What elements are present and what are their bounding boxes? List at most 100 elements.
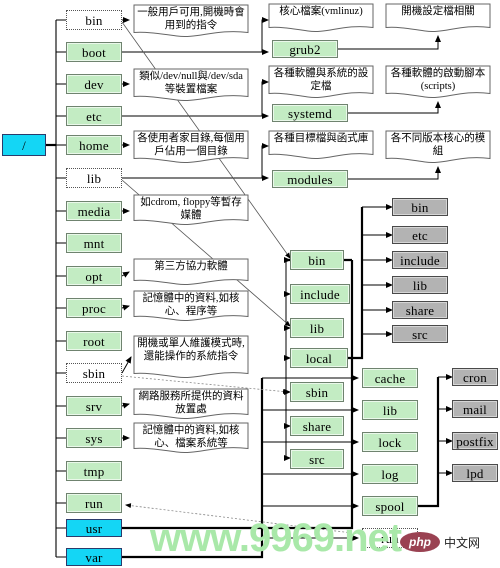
note-text: 網路服務所提供的資料放置處: [138, 391, 244, 416]
node-label: cron: [463, 369, 487, 385]
node-usrlocal-src[interactable]: src: [392, 325, 448, 343]
node-label: postfix: [456, 433, 494, 449]
node-level1-var[interactable]: var: [66, 548, 122, 566]
node-label: mail: [463, 401, 487, 417]
node-label: lib: [382, 402, 398, 418]
node-level1-home[interactable]: home: [66, 135, 122, 155]
node-var-cache[interactable]: cache: [362, 368, 418, 388]
node-label: /: [22, 137, 26, 153]
note-col1-5: 記憶體中的資料,如核心、程序等: [133, 290, 249, 322]
note-text: 開機設定檔相關: [401, 6, 475, 17]
node-label: include: [300, 286, 340, 302]
php-logo: php 中文网: [400, 532, 480, 552]
node-level1-run[interactable]: run: [66, 493, 122, 513]
node-root[interactable]: /: [2, 134, 46, 156]
note-text: 核心檔案(vmlinuz): [279, 6, 363, 17]
node-level1-etc[interactable]: etc: [66, 106, 122, 126]
node-var-log[interactable]: log: [362, 464, 418, 484]
node-varspool-lpd[interactable]: lpd: [452, 464, 498, 482]
note-text: 各使用者家目錄,每個用戶佔用一個目錄: [137, 133, 245, 158]
php-logo-label: 中文网: [444, 535, 481, 550]
node-level1-opt[interactable]: opt: [66, 266, 122, 286]
node-level1-proc[interactable]: proc: [66, 298, 122, 318]
note-text: 類似/dev/null與/dev/sda等裝置檔案: [139, 71, 243, 96]
node-gray-modules[interactable]: modules: [272, 170, 348, 188]
node-label: log: [381, 466, 399, 482]
node-level1-media[interactable]: media: [66, 201, 122, 221]
node-label: home: [79, 137, 109, 153]
node-gray-systemd[interactable]: systemd: [272, 104, 348, 122]
node-label: proc: [82, 300, 106, 316]
node-gray-grub2[interactable]: grub2: [272, 40, 338, 58]
note-col3-2: 各不同版本核心的模組: [385, 130, 491, 164]
node-label: share: [405, 302, 435, 318]
node-level1-bin[interactable]: bin: [66, 10, 122, 30]
node-usr-bin[interactable]: bin: [290, 250, 344, 270]
node-label: lib: [309, 320, 325, 336]
node-usr-local[interactable]: local: [290, 348, 348, 368]
note-col2-0: 核心檔案(vmlinuz): [268, 3, 374, 33]
node-var-lib[interactable]: lib: [362, 400, 418, 420]
node-usr-share[interactable]: share: [290, 416, 344, 436]
node-label: tmp: [83, 463, 105, 479]
node-usrlocal-etc[interactable]: etc: [392, 226, 448, 244]
node-level1-sbin[interactable]: sbin: [66, 363, 122, 383]
node-label: lock: [378, 434, 402, 450]
node-varspool-cron[interactable]: cron: [452, 368, 498, 386]
note-col1-7: 網路服務所提供的資料放置處: [133, 388, 249, 420]
node-usr-include[interactable]: include: [290, 284, 350, 304]
note-text: 各種軟體與系統的設定檔: [273, 68, 369, 93]
node-label: sbin: [82, 365, 106, 381]
node-level1-usr[interactable]: usr: [66, 519, 122, 537]
node-label: opt: [85, 268, 103, 284]
node-var-lock[interactable]: lock: [362, 432, 418, 452]
node-label: bin: [411, 199, 429, 215]
node-level1-mnt[interactable]: mnt: [66, 233, 122, 253]
node-label: share: [302, 418, 332, 434]
note-text: 各不同版本核心的模組: [390, 133, 486, 158]
node-usrlocal-include[interactable]: include: [392, 251, 448, 269]
node-label: root: [83, 333, 105, 349]
node-level1-lib[interactable]: lib: [66, 168, 122, 188]
node-label: lib: [412, 277, 428, 293]
node-label: grub2: [289, 41, 321, 57]
note-col2-2: 各種目標檔與函式庫: [268, 130, 374, 160]
node-var-spool[interactable]: spool: [362, 496, 418, 516]
node-label: etc: [412, 227, 428, 243]
node-label: systemd: [287, 105, 332, 121]
node-usr-src[interactable]: src: [290, 449, 344, 469]
note-col3-1: 各種軟體的啟動腳本(scripts): [385, 65, 491, 99]
node-level1-sys[interactable]: sys: [66, 428, 122, 448]
node-level1-boot[interactable]: boot: [66, 42, 122, 62]
note-col3-0: 開機設定檔相關: [385, 3, 491, 33]
node-varspool-mail[interactable]: mail: [452, 400, 498, 418]
node-label: boot: [82, 44, 106, 60]
node-label: lpd: [466, 465, 484, 481]
node-label: run: [381, 530, 399, 546]
node-label: include: [400, 252, 440, 268]
node-usrlocal-bin[interactable]: bin: [392, 198, 448, 216]
note-col1-4: 第三方協力軟體: [133, 258, 249, 286]
node-usr-lib[interactable]: lib: [290, 318, 344, 338]
note-col1-3: 如cdrom, floppy等暫存媒體: [133, 194, 249, 226]
node-label: mnt: [83, 235, 105, 251]
node-label: modules: [287, 171, 333, 187]
node-level1-root[interactable]: root: [66, 331, 122, 351]
node-label: bin: [85, 12, 103, 28]
node-level1-srv[interactable]: srv: [66, 396, 122, 416]
node-label: src: [412, 326, 428, 342]
node-usrlocal-lib[interactable]: lib: [392, 276, 448, 294]
note-text: 各種目標檔與函式庫: [273, 133, 369, 144]
node-label: run: [85, 495, 103, 511]
note-text: 各種軟體的啟動腳本(scripts): [390, 68, 486, 93]
node-varspool-postfix[interactable]: postfix: [452, 432, 498, 450]
node-usr-sbin[interactable]: sbin: [290, 382, 344, 402]
node-usrlocal-share[interactable]: share: [392, 301, 448, 319]
node-level1-dev[interactable]: dev: [66, 74, 122, 94]
node-label: spool: [375, 498, 405, 514]
note-col1-1: 類似/dev/null與/dev/sda等裝置檔案: [133, 68, 249, 102]
node-level1-tmp[interactable]: tmp: [66, 461, 122, 481]
node-label: sys: [85, 430, 103, 446]
note-col2-1: 各種軟體與系統的設定檔: [268, 65, 374, 99]
node-label: etc: [86, 108, 102, 124]
